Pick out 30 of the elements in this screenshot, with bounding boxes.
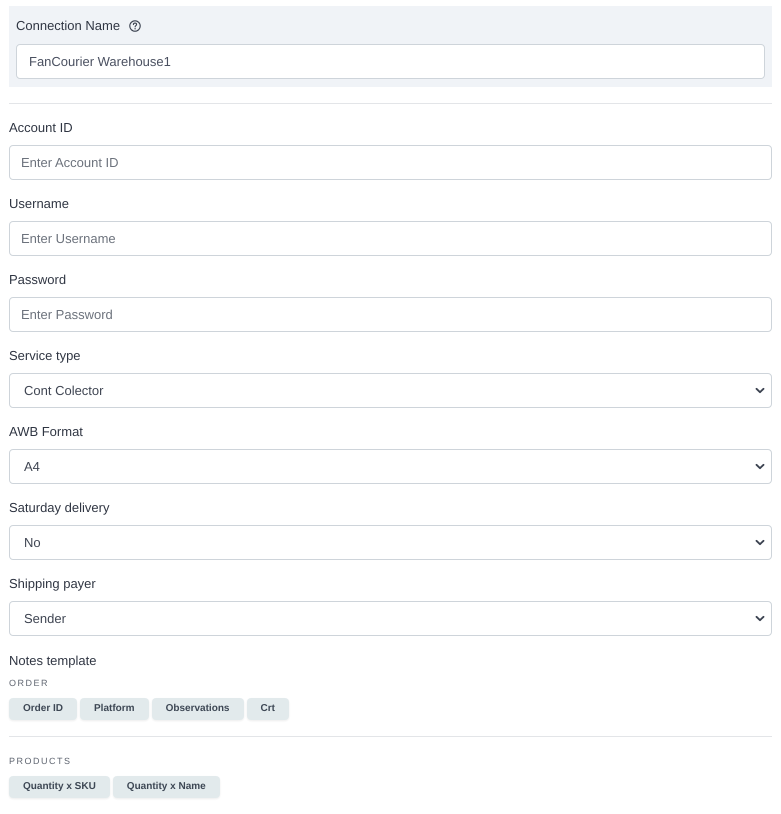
- section-heading: PRODUCTS: [9, 755, 72, 767]
- field-label: Notes template: [9, 652, 96, 670]
- field-label: Shipping payer: [9, 575, 96, 593]
- text-input[interactable]: FanCourier Warehouse1: [16, 44, 765, 79]
- tag-chip[interactable]: Observations: [152, 698, 244, 720]
- chevron-down-icon: [755, 387, 765, 394]
- tag-chip[interactable]: Platform: [80, 698, 149, 720]
- text-input[interactable]: Enter Username: [9, 221, 772, 256]
- section-heading: ORDER: [9, 677, 50, 689]
- dropdown-select[interactable]: A4: [9, 449, 772, 484]
- field-label: AWB Format: [9, 423, 83, 441]
- tag-chip[interactable]: Quantity x SKU: [9, 776, 110, 798]
- tag-chip[interactable]: Order ID: [9, 698, 78, 720]
- chevron-down-icon: [755, 539, 765, 546]
- field-label: Password: [9, 271, 66, 289]
- password-input[interactable]: Enter Password: [9, 297, 772, 332]
- field-label: Service type: [9, 347, 81, 365]
- tag-chip[interactable]: Quantity x Name: [112, 776, 220, 798]
- chevron-down-icon: [755, 615, 765, 622]
- dropdown-select[interactable]: No: [9, 525, 772, 560]
- field-label: Username: [9, 195, 69, 213]
- chevron-down-icon: [755, 463, 765, 470]
- dropdown-select[interactable]: Cont Colector: [9, 373, 772, 408]
- field-label: Account ID: [9, 119, 73, 137]
- text-input[interactable]: Enter Account ID: [9, 145, 772, 180]
- dropdown-select[interactable]: Sender: [9, 601, 772, 636]
- help-icon: [129, 20, 142, 32]
- field-label: Saturday delivery: [9, 499, 110, 517]
- tag-chip[interactable]: Crt: [246, 698, 289, 720]
- field-label: Connection Name: [16, 17, 120, 35]
